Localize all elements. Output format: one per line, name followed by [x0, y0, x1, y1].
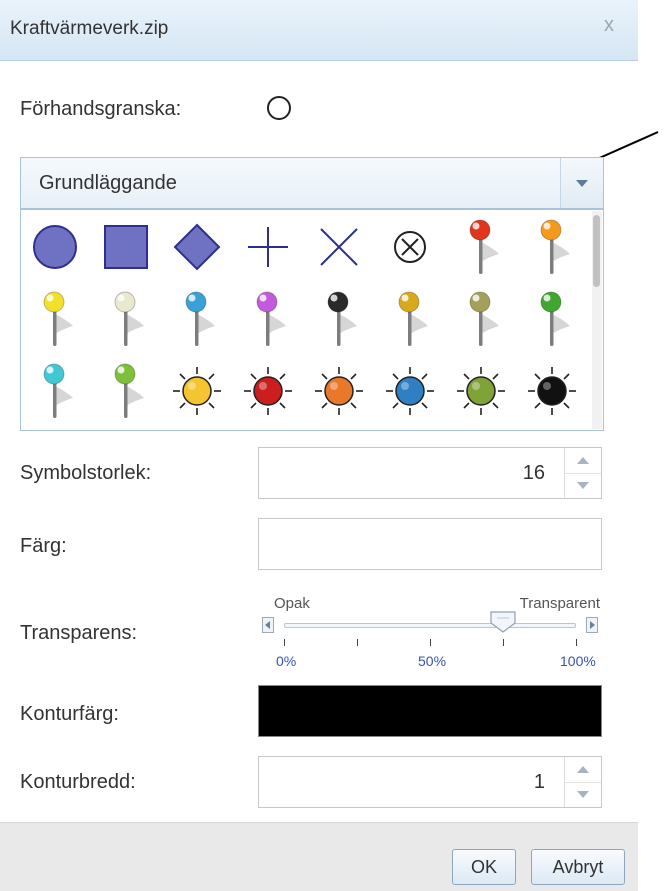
- preview-symbol: [267, 96, 291, 120]
- close-icon[interactable]: x: [604, 14, 614, 37]
- slider-track[interactable]: [284, 623, 576, 628]
- symbol-sun-yellow-icon[interactable]: [165, 356, 229, 426]
- symbol-x-mark-icon[interactable]: [307, 212, 371, 282]
- symbol-pushpin-red-icon[interactable]: [449, 212, 513, 282]
- dialog-footer: OK Avbryt: [0, 822, 638, 891]
- dialog-titlebar: Kraftvärmeverk.zip x: [0, 0, 638, 61]
- symbol-pushpin-green-icon[interactable]: [520, 284, 584, 354]
- dialog-title: Kraftvärmeverk.zip: [10, 18, 169, 39]
- cancel-button[interactable]: Avbryt: [531, 849, 625, 885]
- symbol-circled-x-icon[interactable]: [378, 212, 442, 282]
- symbol-cross-icon[interactable]: [236, 212, 300, 282]
- symbol-sun-blue-icon[interactable]: [378, 356, 442, 426]
- chevron-down-icon[interactable]: [560, 158, 603, 208]
- outline-width-spinner: [564, 757, 601, 807]
- slider-tick: [576, 639, 577, 646]
- slider-decrease-button[interactable]: [262, 617, 274, 633]
- symbol-pushpin-blue-icon[interactable]: [165, 284, 229, 354]
- ok-button[interactable]: OK: [452, 849, 516, 885]
- slider-tick-label: 100%: [560, 653, 596, 669]
- slider-tick: [430, 639, 431, 646]
- symbol-pushpin-yellow-icon[interactable]: [23, 284, 87, 354]
- symbol-pushpin-cyan-icon[interactable]: [23, 356, 87, 426]
- symbol-circle-filled-icon[interactable]: [23, 212, 87, 282]
- symbol-size-input[interactable]: 16: [258, 447, 602, 499]
- slider-tick: [357, 639, 358, 646]
- outline-width-input[interactable]: 1: [258, 756, 602, 808]
- outline-color-label: Konturfärg:: [20, 703, 119, 725]
- symbol-pushpin-white-icon[interactable]: [94, 284, 158, 354]
- symbol-category-value: Grundläggande: [39, 172, 177, 194]
- slider-tick: [284, 639, 285, 646]
- color-label: Färg:: [20, 535, 67, 557]
- outline-width-value: 1: [533, 771, 545, 793]
- gallery-scrollbar[interactable]: [592, 211, 602, 429]
- symbol-size-label: Symbolstorlek:: [20, 462, 152, 484]
- symbol-size-value: 16: [522, 462, 545, 484]
- symbol-diamond-filled-icon[interactable]: [165, 212, 229, 282]
- outline-color-picker[interactable]: [258, 685, 602, 737]
- transparency-label: Transparens:: [20, 622, 138, 644]
- transparency-slider: Opak Transparent 0% 50% 100%: [258, 595, 602, 675]
- symbol-sun-green-icon[interactable]: [449, 356, 513, 426]
- symbol-sun-red-icon[interactable]: [236, 356, 300, 426]
- slider-tick-label: 50%: [418, 653, 447, 669]
- symbol-pushpin-gold-icon[interactable]: [378, 284, 442, 354]
- slider-min-label: Opak: [274, 595, 310, 612]
- slider-thumb[interactable]: [490, 611, 516, 633]
- slider-tick-label: 0%: [276, 653, 297, 669]
- symbol-size-increment-button[interactable]: [565, 448, 601, 474]
- symbol-pushpin-olive-icon[interactable]: [449, 284, 513, 354]
- symbol-sun-black-icon[interactable]: [520, 356, 584, 426]
- symbol-pushpin-lime-icon[interactable]: [94, 356, 158, 426]
- color-picker[interactable]: [258, 518, 602, 570]
- symbol-square-filled-icon[interactable]: [94, 212, 158, 282]
- gallery-scrollbar-thumb[interactable]: [593, 215, 600, 287]
- outline-width-decrement-button[interactable]: [565, 782, 601, 807]
- outline-width-label: Konturbredd:: [20, 771, 136, 793]
- symbol-sun-orange-icon[interactable]: [307, 356, 371, 426]
- symbol-pushpin-purple-icon[interactable]: [236, 284, 300, 354]
- preview-label: Förhandsgranska:: [20, 98, 182, 120]
- slider-max-label: Transparent: [519, 595, 600, 612]
- symbol-size-decrement-button[interactable]: [565, 473, 601, 498]
- outline-width-increment-button[interactable]: [565, 757, 601, 783]
- slider-tick: [503, 639, 504, 646]
- symbol-category-dropdown[interactable]: Grundläggande: [20, 157, 604, 209]
- symbol-pushpin-black-icon[interactable]: [307, 284, 371, 354]
- slider-increase-button[interactable]: [586, 617, 598, 633]
- symbol-pushpin-orange-icon[interactable]: [520, 212, 584, 282]
- symbol-gallery: [20, 209, 604, 431]
- symbol-size-spinner: [564, 448, 601, 498]
